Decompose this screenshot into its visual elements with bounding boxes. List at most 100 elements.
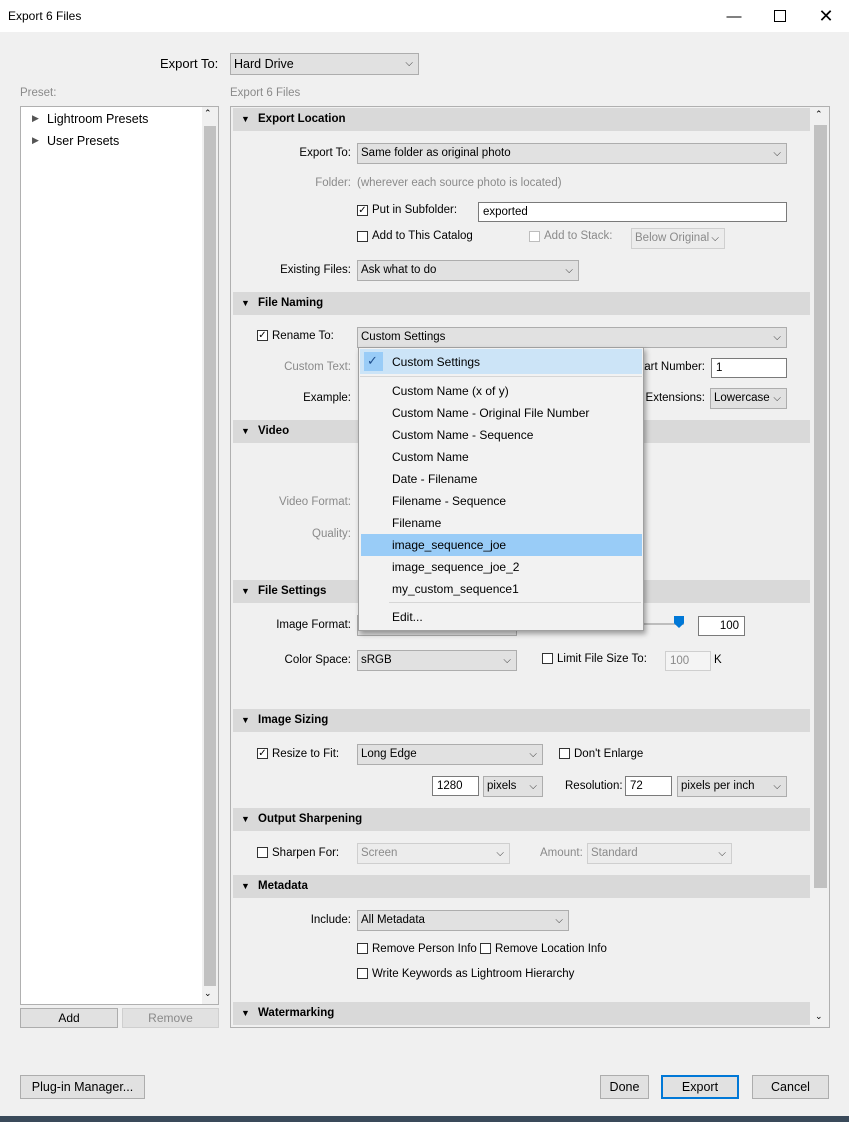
close-icon[interactable]: ✕ (803, 0, 849, 32)
add-stack-checkbox[interactable] (529, 231, 540, 242)
expand-triangle-icon[interactable]: ▶ (32, 113, 39, 124)
chevron-down-icon: ⌵ (555, 915, 563, 926)
limit-size-unit: K (714, 654, 722, 666)
resize-label: Resize to Fit: (272, 748, 340, 760)
collapse-triangle-icon: ▼ (241, 814, 250, 824)
dont-enlarge-label: Don't Enlarge (574, 748, 644, 760)
scroll-down-icon[interactable]: ⌄ (204, 988, 212, 999)
scroll-up-icon[interactable]: ⌃ (204, 108, 212, 119)
include-label: Include: (310, 914, 351, 926)
add-catalog-checkbox[interactable] (357, 231, 368, 242)
collapse-triangle-icon: ▼ (241, 715, 250, 725)
menu-item[interactable]: Filename - Sequence (392, 494, 506, 508)
start-number-input[interactable]: 1 (711, 358, 787, 378)
size-unit-dropdown[interactable]: pixels ⌵ (483, 776, 543, 797)
menu-separator (389, 602, 641, 603)
folder-value: (wherever each source photo is located) (357, 177, 562, 189)
size-input[interactable]: 1280 (432, 776, 479, 796)
color-space-label: Color Space: (284, 654, 351, 666)
export-location-dropdown[interactable]: Same folder as original photo ⌵ (357, 143, 787, 164)
menu-item[interactable]: image_sequence_joe (392, 538, 506, 552)
checkmark-icon: ✓ (367, 353, 378, 368)
subfolder-checkbox[interactable]: ✓ (357, 205, 368, 216)
section-file-naming[interactable]: ▼ File Naming (233, 292, 810, 315)
scroll-down-icon[interactable]: ⌄ (815, 1011, 823, 1022)
export-to-label: Export To: (160, 56, 219, 71)
limit-size-checkbox[interactable] (542, 653, 553, 664)
resolution-unit-dropdown[interactable]: pixels per inch ⌵ (677, 776, 787, 797)
menu-item[interactable]: Custom Name - Sequence (392, 428, 533, 442)
sharpen-checkbox[interactable] (257, 847, 268, 858)
export-to-dropdown[interactable]: Hard Drive ⌵ (230, 53, 419, 75)
collapse-triangle-icon: ▼ (241, 426, 250, 436)
amount-dropdown[interactable]: Standard ⌵ (587, 843, 732, 864)
existing-files-dropdown[interactable]: Ask what to do ⌵ (357, 260, 579, 281)
section-output-sharpening[interactable]: ▼ Output Sharpening (233, 808, 810, 831)
preset-label: Preset: (20, 87, 57, 99)
cancel-button[interactable]: Cancel (752, 1075, 829, 1099)
menu-item[interactable]: Custom Name (x of y) (392, 384, 509, 398)
color-space-dropdown[interactable]: sRGB ⌵ (357, 650, 517, 671)
existing-files-label: Existing Files: (280, 264, 351, 276)
remove-preset-button[interactable]: Remove (122, 1008, 219, 1028)
extensions-dropdown[interactable]: Lowercase ⌵ (710, 388, 787, 409)
dont-enlarge-checkbox[interactable] (559, 748, 570, 759)
folder-label: Folder: (315, 177, 351, 189)
menu-item[interactable]: Custom Name - Original File Number (392, 406, 589, 420)
menu-item[interactable]: my_custom_sequence1 (392, 582, 519, 596)
resize-dropdown[interactable]: Long Edge ⌵ (357, 744, 543, 765)
chevron-down-icon: ⌵ (405, 58, 413, 69)
chevron-down-icon: ⌵ (711, 233, 719, 244)
include-dropdown[interactable]: All Metadata ⌵ (357, 910, 569, 931)
preset-item-lightroom[interactable]: Lightroom Presets (47, 112, 148, 126)
rename-dropdown[interactable]: Custom Settings ⌵ (357, 327, 787, 348)
remove-location-checkbox[interactable] (480, 943, 491, 954)
chevron-down-icon: ⌵ (529, 749, 537, 760)
rename-checkbox[interactable]: ✓ (257, 330, 268, 341)
section-watermarking[interactable]: ▼ Watermarking (233, 1002, 810, 1025)
quality-input[interactable]: 100 (698, 616, 745, 636)
collapse-triangle-icon: ▼ (241, 1008, 250, 1018)
menu-item[interactable]: Filename (392, 516, 441, 530)
expand-triangle-icon[interactable]: ▶ (32, 135, 39, 146)
collapse-triangle-icon: ▼ (241, 881, 250, 891)
add-stack-dropdown[interactable]: Below Original ⌵ (631, 228, 725, 249)
sharpen-dropdown[interactable]: Screen ⌵ (357, 843, 510, 864)
add-catalog-label: Add to This Catalog (372, 230, 473, 242)
settings-header: Export 6 Files (230, 87, 301, 99)
maximize-icon[interactable] (757, 0, 803, 32)
chevron-down-icon: ⌵ (503, 655, 511, 666)
menu-item[interactable]: Custom Name (392, 450, 469, 464)
preset-list (20, 106, 219, 1005)
example-label: Example: (303, 392, 351, 404)
preset-item-user[interactable]: User Presets (47, 134, 119, 148)
write-keywords-checkbox[interactable] (357, 968, 368, 979)
section-image-sizing[interactable]: ▼ Image Sizing (233, 709, 810, 732)
subfolder-input[interactable]: exported (478, 202, 787, 222)
export-button[interactable]: Export (661, 1075, 739, 1099)
menu-item[interactable]: image_sequence_joe_2 (392, 560, 519, 574)
plugin-manager-button[interactable]: Plug-in Manager... (20, 1075, 145, 1099)
scroll-up-icon[interactable]: ⌃ (815, 109, 823, 120)
section-metadata[interactable]: ▼ Metadata (233, 875, 810, 898)
chevron-down-icon: ⌵ (529, 781, 537, 792)
remove-person-checkbox[interactable] (357, 943, 368, 954)
menu-item-edit[interactable]: Edit... (392, 610, 423, 624)
section-export-location[interactable]: ▼ Export Location (233, 108, 810, 131)
settings-scroll-thumb[interactable] (814, 125, 827, 888)
minimize-icon[interactable]: — (711, 0, 757, 32)
menu-item[interactable]: Date - Filename (392, 472, 477, 486)
done-button[interactable]: Done (600, 1075, 649, 1099)
preset-scroll-thumb[interactable] (204, 126, 216, 986)
resolution-input[interactable]: 72 (625, 776, 672, 796)
amount-label: Amount: (540, 847, 583, 859)
chevron-down-icon: ⌵ (565, 265, 573, 276)
video-format-label: Video Format: (278, 496, 351, 508)
collapse-triangle-icon: ▼ (241, 114, 250, 124)
add-preset-button[interactable]: Add (20, 1008, 118, 1028)
menu-separator (360, 376, 642, 377)
write-keywords-label: Write Keywords as Lightroom Hierarchy (372, 968, 575, 980)
video-quality-label: Quality: (312, 528, 351, 540)
resize-checkbox[interactable]: ✓ (257, 748, 268, 759)
limit-size-input[interactable]: 100 (665, 651, 711, 671)
